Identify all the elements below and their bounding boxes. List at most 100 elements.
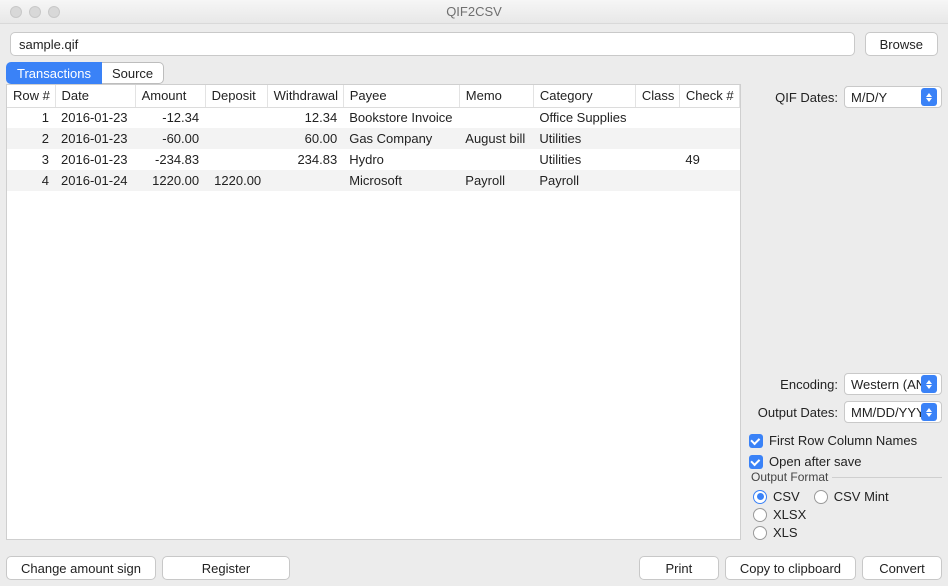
- cell-payee: Microsoft: [343, 170, 459, 191]
- window-title: QIF2CSV: [0, 4, 948, 19]
- register-button[interactable]: Register: [162, 556, 290, 580]
- cell-class: [635, 128, 679, 149]
- cell-class: [635, 107, 679, 128]
- cell-deposit: [205, 149, 267, 170]
- cell-amount: -60.00: [135, 128, 205, 149]
- col-date[interactable]: Date: [55, 85, 135, 107]
- output-dates-select[interactable]: MM/DD/YYYY: [844, 401, 942, 423]
- cell-row: 2: [7, 128, 55, 149]
- cell-date: 2016-01-23: [55, 107, 135, 128]
- cell-amount: -12.34: [135, 107, 205, 128]
- cell-date: 2016-01-23: [55, 149, 135, 170]
- cell-date: 2016-01-23: [55, 128, 135, 149]
- cell-payee: Bookstore Invoice: [343, 107, 459, 128]
- col-category[interactable]: Category: [533, 85, 635, 107]
- col-class[interactable]: Class: [635, 85, 679, 107]
- cell-class: [635, 170, 679, 191]
- encoding-label: Encoding:: [780, 377, 838, 392]
- col-payee[interactable]: Payee: [343, 85, 459, 107]
- file-path-value: sample.qif: [19, 37, 78, 52]
- cell-payee: Hydro: [343, 149, 459, 170]
- qif-dates-value: M/D/Y: [851, 90, 921, 105]
- check-icon: [750, 435, 760, 445]
- cell-memo: August bill: [459, 128, 533, 149]
- cell-category: Utilities: [533, 149, 635, 170]
- cell-memo: [459, 149, 533, 170]
- format-csv-mint-label: CSV Mint: [834, 489, 889, 504]
- tabs: Transactions Source: [6, 62, 948, 84]
- cell-payee: Gas Company: [343, 128, 459, 149]
- col-memo[interactable]: Memo: [459, 85, 533, 107]
- close-icon[interactable]: [10, 6, 22, 18]
- zoom-icon[interactable]: [48, 6, 60, 18]
- first-row-checkbox[interactable]: [749, 434, 763, 448]
- output-dates-label: Output Dates:: [758, 405, 838, 420]
- first-row-label: First Row Column Names: [769, 433, 917, 448]
- table-row[interactable]: 1 2016-01-23 -12.34 12.34 Bookstore Invo…: [7, 107, 740, 128]
- side-panel: QIF Dates: M/D/Y Encoding: Western (ANS …: [747, 84, 942, 540]
- col-check[interactable]: Check #: [679, 85, 739, 107]
- cell-category: Utilities: [533, 128, 635, 149]
- cell-check: [679, 170, 739, 191]
- transactions-table-container: Row # Date Amount Deposit Withdrawal Pay…: [6, 84, 741, 540]
- copy-to-clipboard-button[interactable]: Copy to clipboard: [725, 556, 856, 580]
- cell-withdrawal: 12.34: [267, 107, 343, 128]
- cell-deposit: [205, 128, 267, 149]
- format-xlsx-radio[interactable]: [753, 508, 767, 522]
- tab-transactions[interactable]: Transactions: [6, 62, 102, 84]
- output-format-legend: Output Format: [747, 470, 832, 484]
- bottom-bar: Change amount sign Register Print Copy t…: [6, 556, 942, 580]
- encoding-value: Western (ANS: [851, 377, 921, 392]
- cell-date: 2016-01-24: [55, 170, 135, 191]
- cell-row: 1: [7, 107, 55, 128]
- chevron-updown-icon: [921, 375, 937, 393]
- check-icon: [750, 456, 760, 466]
- cell-check: [679, 128, 739, 149]
- file-row: sample.qif Browse: [0, 24, 948, 62]
- cell-category: Office Supplies: [533, 107, 635, 128]
- tab-source[interactable]: Source: [102, 62, 164, 84]
- format-xls-radio[interactable]: [753, 526, 767, 540]
- cell-row: 3: [7, 149, 55, 170]
- cell-amount: -234.83: [135, 149, 205, 170]
- cell-withdrawal: 234.83: [267, 149, 343, 170]
- window-controls: [10, 6, 60, 18]
- file-path-input[interactable]: sample.qif: [10, 32, 855, 56]
- cell-check: 49: [679, 149, 739, 170]
- col-row[interactable]: Row #: [7, 85, 55, 107]
- format-csv-label: CSV: [773, 489, 800, 504]
- cell-memo: Payroll: [459, 170, 533, 191]
- output-format-group: Output Format CSV CSV Mint XLSX: [747, 477, 942, 540]
- qif-dates-select[interactable]: M/D/Y: [844, 86, 942, 108]
- chevron-updown-icon: [921, 88, 937, 106]
- col-amount[interactable]: Amount: [135, 85, 205, 107]
- cell-class: [635, 149, 679, 170]
- main-area: Row # Date Amount Deposit Withdrawal Pay…: [0, 84, 948, 540]
- output-dates-value: MM/DD/YYYY: [851, 405, 921, 420]
- open-after-save-checkbox[interactable]: [749, 455, 763, 469]
- col-withdrawal[interactable]: Withdrawal: [267, 85, 343, 107]
- cell-check: [679, 107, 739, 128]
- cell-category: Payroll: [533, 170, 635, 191]
- change-amount-sign-button[interactable]: Change amount sign: [6, 556, 156, 580]
- cell-withdrawal: 60.00: [267, 128, 343, 149]
- cell-amount: 1220.00: [135, 170, 205, 191]
- format-csv-mint-radio[interactable]: [814, 490, 828, 504]
- table-row[interactable]: 4 2016-01-24 1220.00 1220.00 Microsoft P…: [7, 170, 740, 191]
- encoding-select[interactable]: Western (ANS: [844, 373, 942, 395]
- convert-button[interactable]: Convert: [862, 556, 942, 580]
- transactions-table: Row # Date Amount Deposit Withdrawal Pay…: [7, 85, 740, 191]
- browse-button[interactable]: Browse: [865, 32, 938, 56]
- open-after-save-label: Open after save: [769, 454, 862, 469]
- chevron-updown-icon: [921, 403, 937, 421]
- format-xlsx-label: XLSX: [773, 507, 806, 522]
- minimize-icon[interactable]: [29, 6, 41, 18]
- print-button[interactable]: Print: [639, 556, 719, 580]
- cell-deposit: 1220.00: [205, 170, 267, 191]
- table-row[interactable]: 3 2016-01-23 -234.83 234.83 Hydro Utilit…: [7, 149, 740, 170]
- table-row[interactable]: 2 2016-01-23 -60.00 60.00 Gas Company Au…: [7, 128, 740, 149]
- table-header-row: Row # Date Amount Deposit Withdrawal Pay…: [7, 85, 740, 107]
- cell-memo: [459, 107, 533, 128]
- col-deposit[interactable]: Deposit: [205, 85, 267, 107]
- format-csv-radio[interactable]: [753, 490, 767, 504]
